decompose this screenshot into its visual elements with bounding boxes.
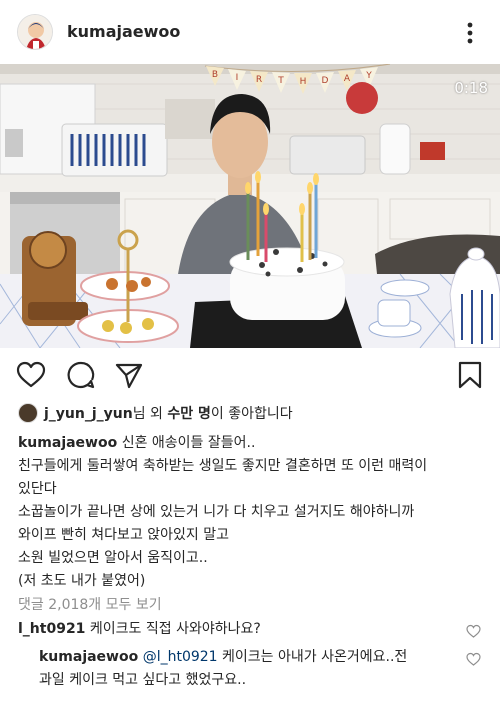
banner-letter: Y [365,71,372,81]
banner-letter: H [300,77,307,87]
banner-letter: I [236,73,239,83]
caption-text-line: 친구들에게 둘러쌓여 축하받는 생일도 좋지만 결혼하면 또 이런 매력이 [18,458,428,474]
heart-icon[interactable] [16,360,46,390]
post-username[interactable]: kumajaewoo [67,22,180,41]
banner-letter: D [322,76,329,86]
comment-reply-item: kumajaewoo @l_ht0921 케이크는 아내가 사온거에요..전 과… [39,646,459,692]
banner-letter: R [256,75,262,85]
likes-text: j_yun_j_yun님 외 수만 명이 좋아합니다 [44,403,293,423]
reply-first-line: kumajaewoo @l_ht0921 케이크는 아내가 사온거에요..전 [39,646,459,669]
comment-like-heart-icon[interactable] [466,623,481,638]
caption-text-line: (저 초도 내가 붙였어) [18,573,146,589]
view-all-comments-link[interactable]: 댓글 2,018개 모두 보기 [18,594,162,614]
banner-letter: A [344,74,351,84]
caption-username[interactable]: kumajaewoo [18,435,117,451]
comment-item: l_ht0921 케이크도 직접 사와야하나요? [18,618,458,641]
post-action-bar [0,352,500,396]
avatar-illustration [18,15,52,49]
comment-username[interactable]: l_ht0921 [18,621,85,637]
post-video[interactable]: B I R T H D A Y 0:18 [0,64,500,348]
likes-summary: j_yun_j_yun님 외 수만 명이 좋아합니다 [18,402,293,424]
banner-letter: T [277,76,284,86]
post-header: kumajaewoo [0,0,500,64]
likes-tail: 이 좋아합니다 [210,406,293,422]
liker-username[interactable]: j_yun_j_yun [44,406,133,422]
video-timer: 0:18 [454,79,488,97]
caption-text-line: 소원 빌었으면 알아서 움직이고.. [18,550,208,566]
share-icon[interactable] [114,360,144,390]
bookmark-icon[interactable] [455,360,485,390]
likes-suffix: 님 외 [132,406,168,422]
reply-username[interactable]: kumajaewoo [39,649,138,665]
reply-text: 케이크는 아내가 사온거에요..전 [222,649,408,665]
more-options-icon[interactable] [460,20,480,46]
profile-avatar[interactable] [17,14,53,50]
caption-text-line: 있단다 [18,481,57,497]
video-frame: BIRTHDAY [0,64,500,348]
caption-first-line: kumajaewoo 신혼 애송이들 잘들어.. [18,432,488,455]
comment-text: 케이크도 직접 사와야하나요? [89,621,261,637]
reply-text: 과일 케이크 먹고 싶다고 했었구요.. [39,672,247,688]
banner-letter: B [212,70,218,80]
caption-text-line: 소꿉놀이가 끝나면 상에 있는거 니가 다 치우고 설거지도 해야하니까 [18,504,415,520]
comment-icon[interactable] [66,360,96,390]
caption-text-line: 와이프 빤히 쳐다보고 앉아있지 말고 [18,527,229,543]
post-caption: kumajaewoo 신혼 애송이들 잘들어.. 친구들에게 둘러쌓여 축하받는… [18,432,488,593]
liker-avatar[interactable] [18,403,38,423]
caption-text-line: 신혼 애송이들 잘들어.. [121,435,256,451]
reply-like-heart-icon[interactable] [466,651,481,666]
reply-mention[interactable]: @l_ht0921 [143,649,218,665]
likes-count[interactable]: 수만 명 [167,406,211,422]
